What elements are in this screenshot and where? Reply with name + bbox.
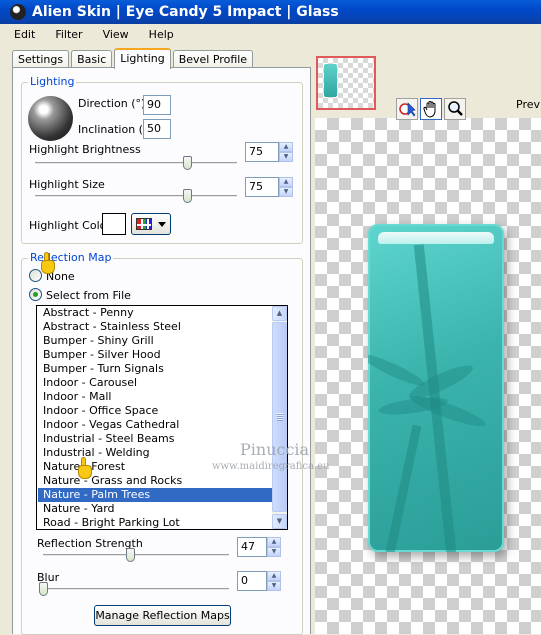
blur-track [43,588,229,591]
pointer-tool-button[interactable] [396,98,418,120]
navigator-thumbnail[interactable] [316,56,376,110]
reflection-map-list[interactable]: Abstract - Penny Abstract - Stainless Ste… [36,305,288,530]
zoom-tool-icon [448,101,463,116]
direction-field[interactable]: 90 [143,95,171,115]
reflection-strength-spinner[interactable]: ▲ ▼ [267,537,281,557]
list-item[interactable]: Abstract - Stainless Steel [38,320,272,334]
list-item[interactable]: Nature - Grass and Rocks [38,474,272,488]
menu-filter[interactable]: Filter [41,28,88,41]
inclination-label: Inclination (°) [78,123,153,136]
hand-tool-icon [423,101,436,118]
title-bar: Alien Skin | Eye Candy 5 Impact | Glass [0,0,541,24]
preview-label: Previ [516,98,541,111]
app-icon [10,4,26,20]
lighting-panel: Lighting Direction (°) 90 Inclination (°… [12,67,311,635]
highlight-color-swatch[interactable] [102,213,126,235]
scroll-down-button[interactable]: ▼ [272,514,287,529]
palm-trunk-reflection [383,424,422,552]
color-grid-icon [136,218,152,230]
list-item[interactable]: Indoor - Carousel [38,376,272,390]
navigator-glass-thumbnail [324,64,337,97]
list-item[interactable]: Nature - Palm Trees [38,488,272,502]
list-item[interactable]: Industrial - Steel Beams [38,432,272,446]
blur-slider[interactable] [39,582,48,596]
highlight-brightness-slider[interactable] [182,156,192,170]
list-item[interactable]: Nature - Yard [38,502,272,516]
highlight-size-slider[interactable] [182,189,192,203]
tab-strip: Settings Basic Lighting Bevel Profile [12,48,255,69]
list-item[interactable]: Bumper - Shiny Grill [38,334,272,348]
tab-lighting[interactable]: Lighting [114,48,171,69]
highlight-color-label: Highlight Color [29,219,111,232]
menu-bar: Edit Filter View Help [0,24,541,44]
manage-reflection-maps-button[interactable]: Manage Reflection Maps [94,605,231,626]
pointer-tool-icon [399,102,416,117]
menu-edit[interactable]: Edit [0,28,41,41]
list-item[interactable]: Indoor - Mall [38,390,272,404]
scroll-thumb[interactable] [272,322,287,512]
scroll-up-button[interactable]: ▲ [272,306,287,321]
reflection-strength-field[interactable]: 47 [237,537,267,557]
glass-preview [368,224,504,552]
chevron-down-icon [158,222,166,227]
reflection-strength-slider[interactable] [126,548,136,562]
pointing-hand-icon [77,457,93,481]
list-item[interactable]: Bumper - Turn Signals [38,362,272,376]
highlight-brightness-field[interactable]: 75 [245,142,279,162]
highlight-size-field[interactable]: 75 [245,177,279,197]
highlight-brightness-label: Highlight Brightness [29,143,141,156]
menu-help[interactable]: Help [135,28,180,41]
blur-field[interactable]: 0 [237,571,267,591]
list-item[interactable]: Abstract - Penny [38,306,272,320]
reflection-strength-track [43,554,229,557]
zoom-tool-button[interactable] [444,98,466,120]
radio-select-from-file[interactable] [29,288,42,301]
highlight-size-track [35,195,237,198]
preview-toolbar [396,98,466,120]
list-item[interactable]: Indoor - Vegas Cathedral [38,418,272,432]
palm-frond-reflection [368,349,428,391]
watermark-url: www.maidiregrafica.eu [212,461,330,472]
pointing-hand-icon [40,252,56,276]
watermark-name: Pinuccia [240,440,310,459]
list-item[interactable]: Road - Bright Parking Lot [38,516,272,529]
highlight-brightness-track [35,162,237,165]
light-direction-sphere[interactable] [28,96,73,141]
list-item[interactable]: Bumper - Silver Hood [38,348,272,362]
window-title: Alien Skin | Eye Candy 5 Impact | Glass [32,4,339,20]
inclination-field[interactable]: 50 [143,119,171,139]
highlight-brightness-spinner[interactable]: ▲ ▼ [279,142,293,162]
glass-highlight [378,232,494,244]
menu-view[interactable]: View [89,28,135,41]
radio-select-from-file-label: Select from File [46,289,131,302]
blur-spinner[interactable]: ▲ ▼ [267,571,281,591]
hand-tool-button[interactable] [420,98,442,120]
list-item[interactable]: Industrial - Welding [38,446,272,460]
reflection-map-items: Abstract - Penny Abstract - Stainless Ste… [37,306,287,529]
direction-label: Direction (°) [78,97,146,110]
highlight-size-spinner[interactable]: ▲ ▼ [279,177,293,197]
highlight-color-button[interactable] [131,213,171,235]
list-scrollbar[interactable]: ▲ ▼ [272,306,287,529]
list-item[interactable]: Indoor - Office Space [38,404,272,418]
lighting-group-title: Lighting [28,75,77,88]
highlight-size-label: Highlight Size [29,178,105,191]
